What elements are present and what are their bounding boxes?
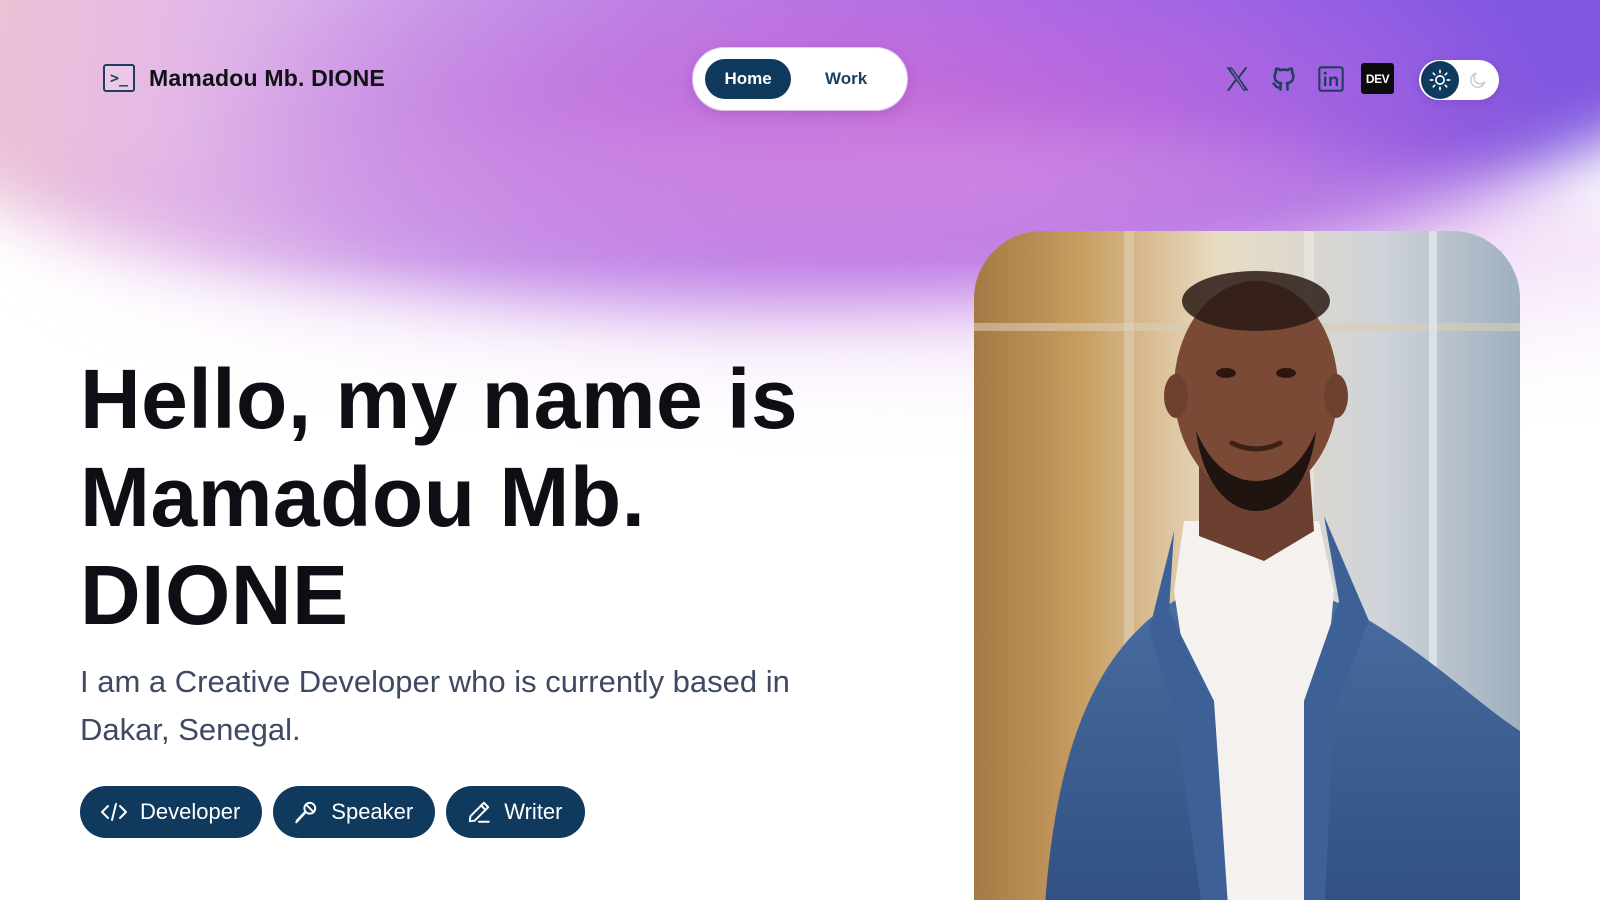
hero-subtitle: I am a Creative Developer who is current… bbox=[80, 664, 790, 747]
linkedin-link[interactable] bbox=[1314, 62, 1347, 95]
tag-writer-label: Writer bbox=[504, 799, 563, 824]
terminal-icon: >_ bbox=[103, 64, 135, 92]
hero-title-line-1: Hello, my name is bbox=[80, 352, 799, 446]
github-icon bbox=[1271, 66, 1295, 91]
pencil-icon bbox=[466, 799, 492, 825]
site-header: >_ Mamadou Mb. DIONE Home Work DEV bbox=[0, 0, 1600, 160]
brand-name: Mamadou Mb. DIONE bbox=[149, 64, 385, 91]
tag-speaker-label: Speaker bbox=[331, 799, 414, 824]
dev-link[interactable]: DEV bbox=[1361, 62, 1394, 95]
brand-link[interactable]: >_ Mamadou Mb. DIONE bbox=[103, 64, 385, 92]
x-link[interactable] bbox=[1220, 62, 1253, 95]
sun-icon[interactable] bbox=[1421, 61, 1459, 99]
nav-item-work[interactable]: Work bbox=[797, 59, 895, 99]
role-tags: Developer Speaker Writer bbox=[80, 786, 880, 838]
theme-toggle[interactable] bbox=[1419, 60, 1499, 100]
portrait-illustration bbox=[974, 231, 1520, 900]
hero-section: Hello, my name is Mamadou Mb. DIONE I am… bbox=[80, 350, 880, 838]
tag-developer-label: Developer bbox=[140, 799, 241, 824]
main-nav: Home Work bbox=[693, 48, 907, 110]
hero-title: Hello, my name is Mamadou Mb. DIONE bbox=[80, 350, 880, 644]
tag-developer[interactable]: Developer bbox=[80, 786, 263, 838]
hero-title-line-3: DIONE bbox=[80, 548, 349, 642]
profile-photo bbox=[974, 231, 1520, 900]
github-link[interactable] bbox=[1267, 62, 1300, 95]
code-icon bbox=[100, 801, 128, 823]
tag-speaker[interactable]: Speaker bbox=[273, 786, 436, 838]
dev-icon: DEV bbox=[1361, 63, 1394, 94]
social-links: DEV bbox=[1220, 62, 1394, 95]
microphone-icon bbox=[293, 799, 319, 825]
tag-writer[interactable]: Writer bbox=[446, 786, 585, 838]
hero-title-line-2: Mamadou Mb. bbox=[80, 450, 646, 544]
linkedin-icon bbox=[1317, 65, 1344, 92]
moon-icon[interactable] bbox=[1459, 61, 1497, 99]
x-icon bbox=[1226, 66, 1249, 91]
nav-item-home[interactable]: Home bbox=[705, 59, 792, 99]
